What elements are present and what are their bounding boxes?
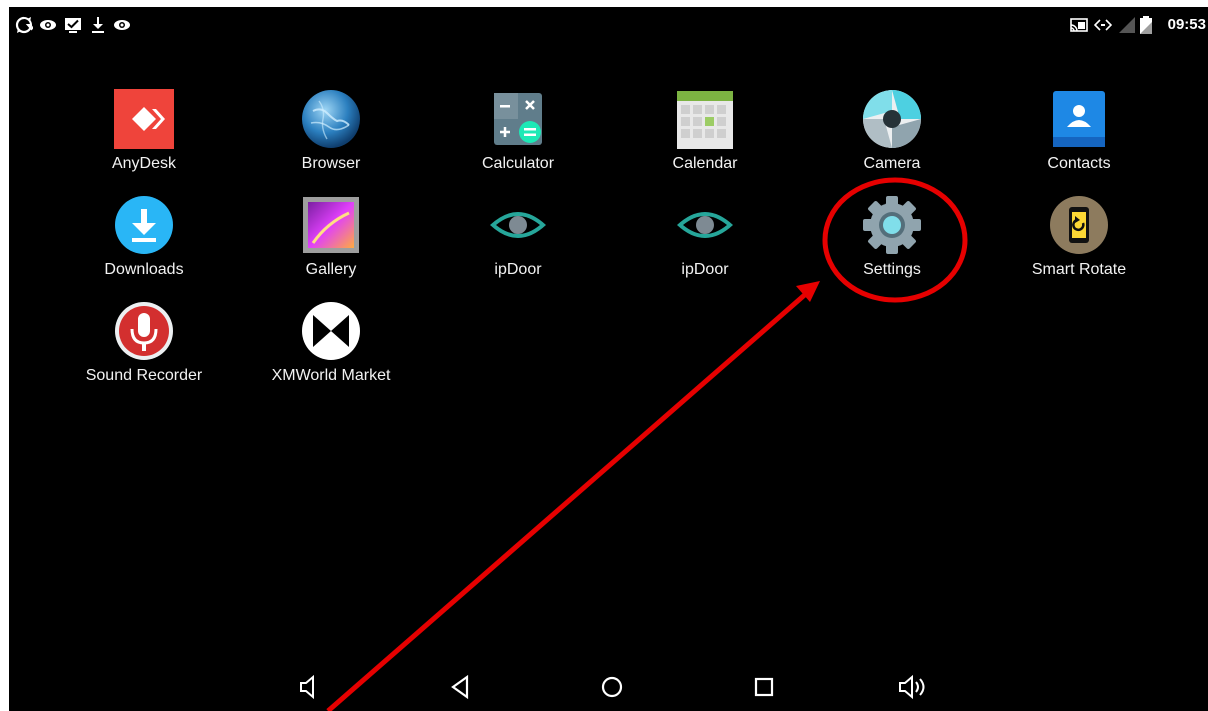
- app-calculator[interactable]: Calculator: [433, 87, 603, 173]
- app-gallery[interactable]: Gallery: [246, 193, 416, 279]
- app-smart-rotate[interactable]: Smart Rotate: [994, 193, 1164, 279]
- app-xmworld-market[interactable]: XMWorld Market: [246, 299, 416, 385]
- app-settings[interactable]: Settings: [807, 193, 977, 279]
- xmworld-icon: [302, 302, 360, 360]
- gallery-icon: [303, 197, 359, 253]
- recents-icon[interactable]: [748, 671, 780, 703]
- app-label: Downloads: [104, 261, 184, 278]
- app-ipdoor[interactable]: ipDoor: [433, 193, 603, 279]
- camera-shutter-icon: [863, 90, 921, 148]
- sync-icon: [15, 16, 33, 34]
- app-sound-recorder[interactable]: Sound Recorder: [59, 299, 229, 385]
- eye-icon: [40, 20, 56, 30]
- app-drawer-screen: 09:53 AnyDesk Browser Calculator Calenda…: [9, 7, 1208, 711]
- app-label: Camera: [863, 155, 921, 172]
- home-icon[interactable]: [596, 671, 628, 703]
- app-label: Calculator: [481, 155, 555, 172]
- app-downloads[interactable]: Downloads: [59, 193, 229, 279]
- app-anydesk[interactable]: AnyDesk: [59, 87, 229, 173]
- data-arrows-icon: [1094, 19, 1112, 31]
- volume-up-icon[interactable]: [897, 671, 929, 703]
- contacts-icon: [1053, 91, 1105, 147]
- app-label: ipDoor: [494, 261, 542, 278]
- app-camera[interactable]: Camera: [807, 87, 977, 173]
- status-clock: 09:53: [1167, 16, 1206, 33]
- eye-icon: [677, 212, 733, 238]
- navigation-bar: [9, 665, 1208, 711]
- app-label: ipDoor: [681, 261, 729, 278]
- volume-down-icon[interactable]: [295, 671, 327, 703]
- microphone-icon: [115, 302, 173, 360]
- anydesk-icon: [114, 89, 174, 149]
- app-browser[interactable]: Browser: [246, 87, 416, 173]
- gear-icon: [863, 196, 921, 254]
- checkbox-notification-icon: [65, 18, 81, 33]
- cast-icon: [1070, 18, 1088, 32]
- app-label: Settings: [863, 261, 921, 278]
- calculator-icon: [494, 93, 542, 145]
- app-label: Sound Recorder: [85, 367, 203, 384]
- no-signal-icon: [1119, 17, 1135, 33]
- download-icon: [92, 17, 104, 33]
- app-label: Gallery: [305, 261, 357, 278]
- rotate-icon: [1050, 196, 1108, 254]
- app-label: Contacts: [1047, 155, 1111, 172]
- app-label: Browser: [301, 155, 361, 172]
- back-icon[interactable]: [445, 671, 477, 703]
- app-label: Smart Rotate: [1031, 261, 1127, 278]
- app-label: Calendar: [672, 155, 738, 172]
- app-label: XMWorld Market: [271, 367, 391, 384]
- eye-icon: [114, 20, 130, 30]
- app-ipdoor[interactable]: ipDoor: [620, 193, 790, 279]
- eye-icon: [490, 212, 546, 238]
- app-contacts[interactable]: Contacts: [994, 87, 1164, 173]
- status-bar: 09:53: [9, 7, 1208, 43]
- calendar-icon: [677, 91, 733, 149]
- download-icon: [115, 196, 173, 254]
- app-label: AnyDesk: [111, 155, 177, 172]
- battery-icon: [1140, 16, 1152, 34]
- globe-icon: [302, 90, 360, 148]
- app-calendar[interactable]: Calendar: [620, 87, 790, 173]
